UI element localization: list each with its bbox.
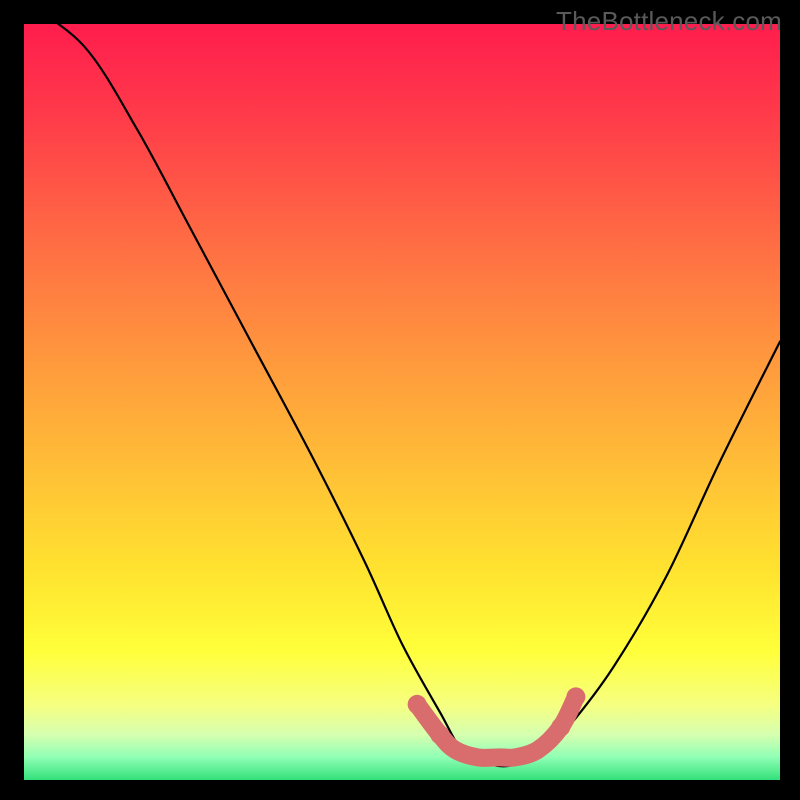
plot-svg xyxy=(24,24,780,780)
plot-background xyxy=(24,24,780,780)
valley-marker-dot xyxy=(566,687,585,706)
valley-marker-dot xyxy=(551,718,570,737)
valley-marker-dot xyxy=(430,725,449,744)
chart-frame: TheBottleneck.com xyxy=(0,0,800,800)
bottleneck-plot xyxy=(24,24,780,780)
watermark-text: TheBottleneck.com xyxy=(556,6,782,37)
valley-marker-dot xyxy=(408,695,427,714)
